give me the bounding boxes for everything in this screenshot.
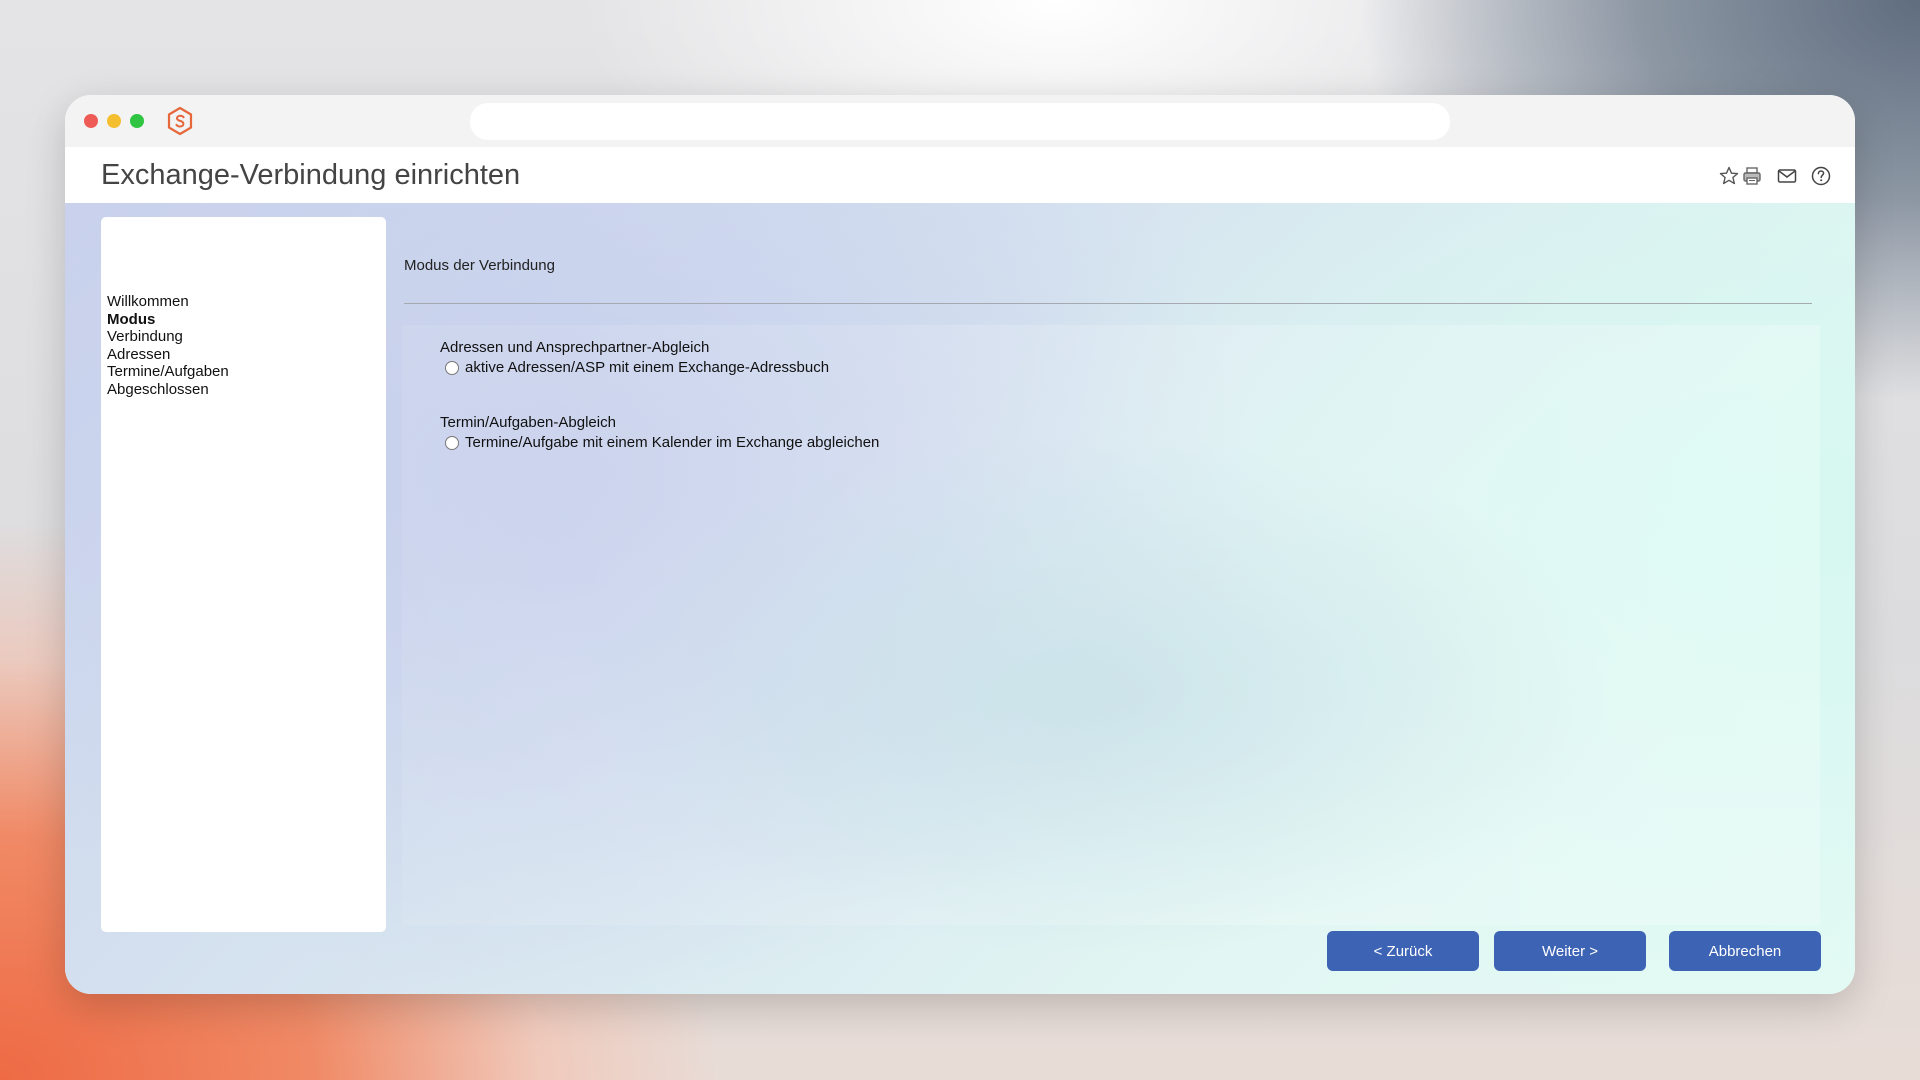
step-abgeschlossen[interactable]: Abgeschlossen: [107, 381, 229, 399]
step-adressen[interactable]: Adressen: [107, 346, 229, 364]
app-logo-icon: [167, 106, 193, 136]
star-icon[interactable]: [1718, 165, 1740, 187]
address-sync-label: Adressen und Ansprechpartner-Abgleich: [440, 339, 710, 356]
calendar-sync-radio[interactable]: [445, 435, 459, 450]
address-sync-radio[interactable]: [445, 360, 459, 375]
close-window-button[interactable]: [84, 114, 98, 128]
page-title: Exchange-Verbindung einrichten: [101, 159, 521, 191]
calendar-sync-label: Termin/Aufgaben-Abgleich: [440, 414, 616, 431]
section-title: Modus der Verbindung: [404, 257, 555, 274]
help-icon[interactable]: [1810, 165, 1832, 187]
calendar-sync-option-label[interactable]: Termine/Aufgabe mit einem Kalender im Ex…: [465, 434, 879, 451]
address-sync-option-label[interactable]: aktive Adressen/ASP mit einem Exchange-A…: [465, 359, 829, 376]
address-sync-option[interactable]: aktive Adressen/ASP mit einem Exchange-A…: [445, 359, 829, 376]
minimize-window-button[interactable]: [107, 114, 121, 128]
printer-icon[interactable]: [1741, 165, 1763, 187]
wizard-content: Willkommen Modus Verbindung Adressen Ter…: [65, 203, 1855, 994]
step-modus[interactable]: Modus: [107, 311, 229, 329]
step-termine-aufgaben[interactable]: Termine/Aufgaben: [107, 363, 229, 381]
next-button[interactable]: Weiter >: [1494, 931, 1646, 971]
step-verbindung[interactable]: Verbindung: [107, 328, 229, 346]
mail-icon[interactable]: [1776, 165, 1798, 187]
address-bar[interactable]: [470, 103, 1450, 140]
window-chrome: [65, 95, 1855, 147]
app-window: Exchange-Verbindung einrichten Willkomme…: [65, 95, 1855, 994]
calendar-sync-option[interactable]: Termine/Aufgabe mit einem Kalender im Ex…: [445, 434, 879, 451]
section-divider: [404, 303, 1812, 304]
wizard-steps-list: Willkommen Modus Verbindung Adressen Ter…: [107, 293, 229, 398]
maximize-window-button[interactable]: [130, 114, 144, 128]
wizard-steps-sidebar: Willkommen Modus Verbindung Adressen Ter…: [101, 217, 386, 932]
calendar-sync-group: Termin/Aufgaben-Abgleich Termine/Aufgabe…: [440, 414, 879, 451]
main-panel: Modus der Verbindung Adressen und Anspre…: [402, 217, 1822, 925]
page-header: Exchange-Verbindung einrichten: [65, 147, 1855, 203]
cancel-button[interactable]: Abbrechen: [1669, 931, 1821, 971]
address-sync-group: Adressen und Ansprechpartner-Abgleich ak…: [440, 339, 829, 376]
back-button[interactable]: < Zurück: [1327, 931, 1479, 971]
step-willkommen[interactable]: Willkommen: [107, 293, 229, 311]
